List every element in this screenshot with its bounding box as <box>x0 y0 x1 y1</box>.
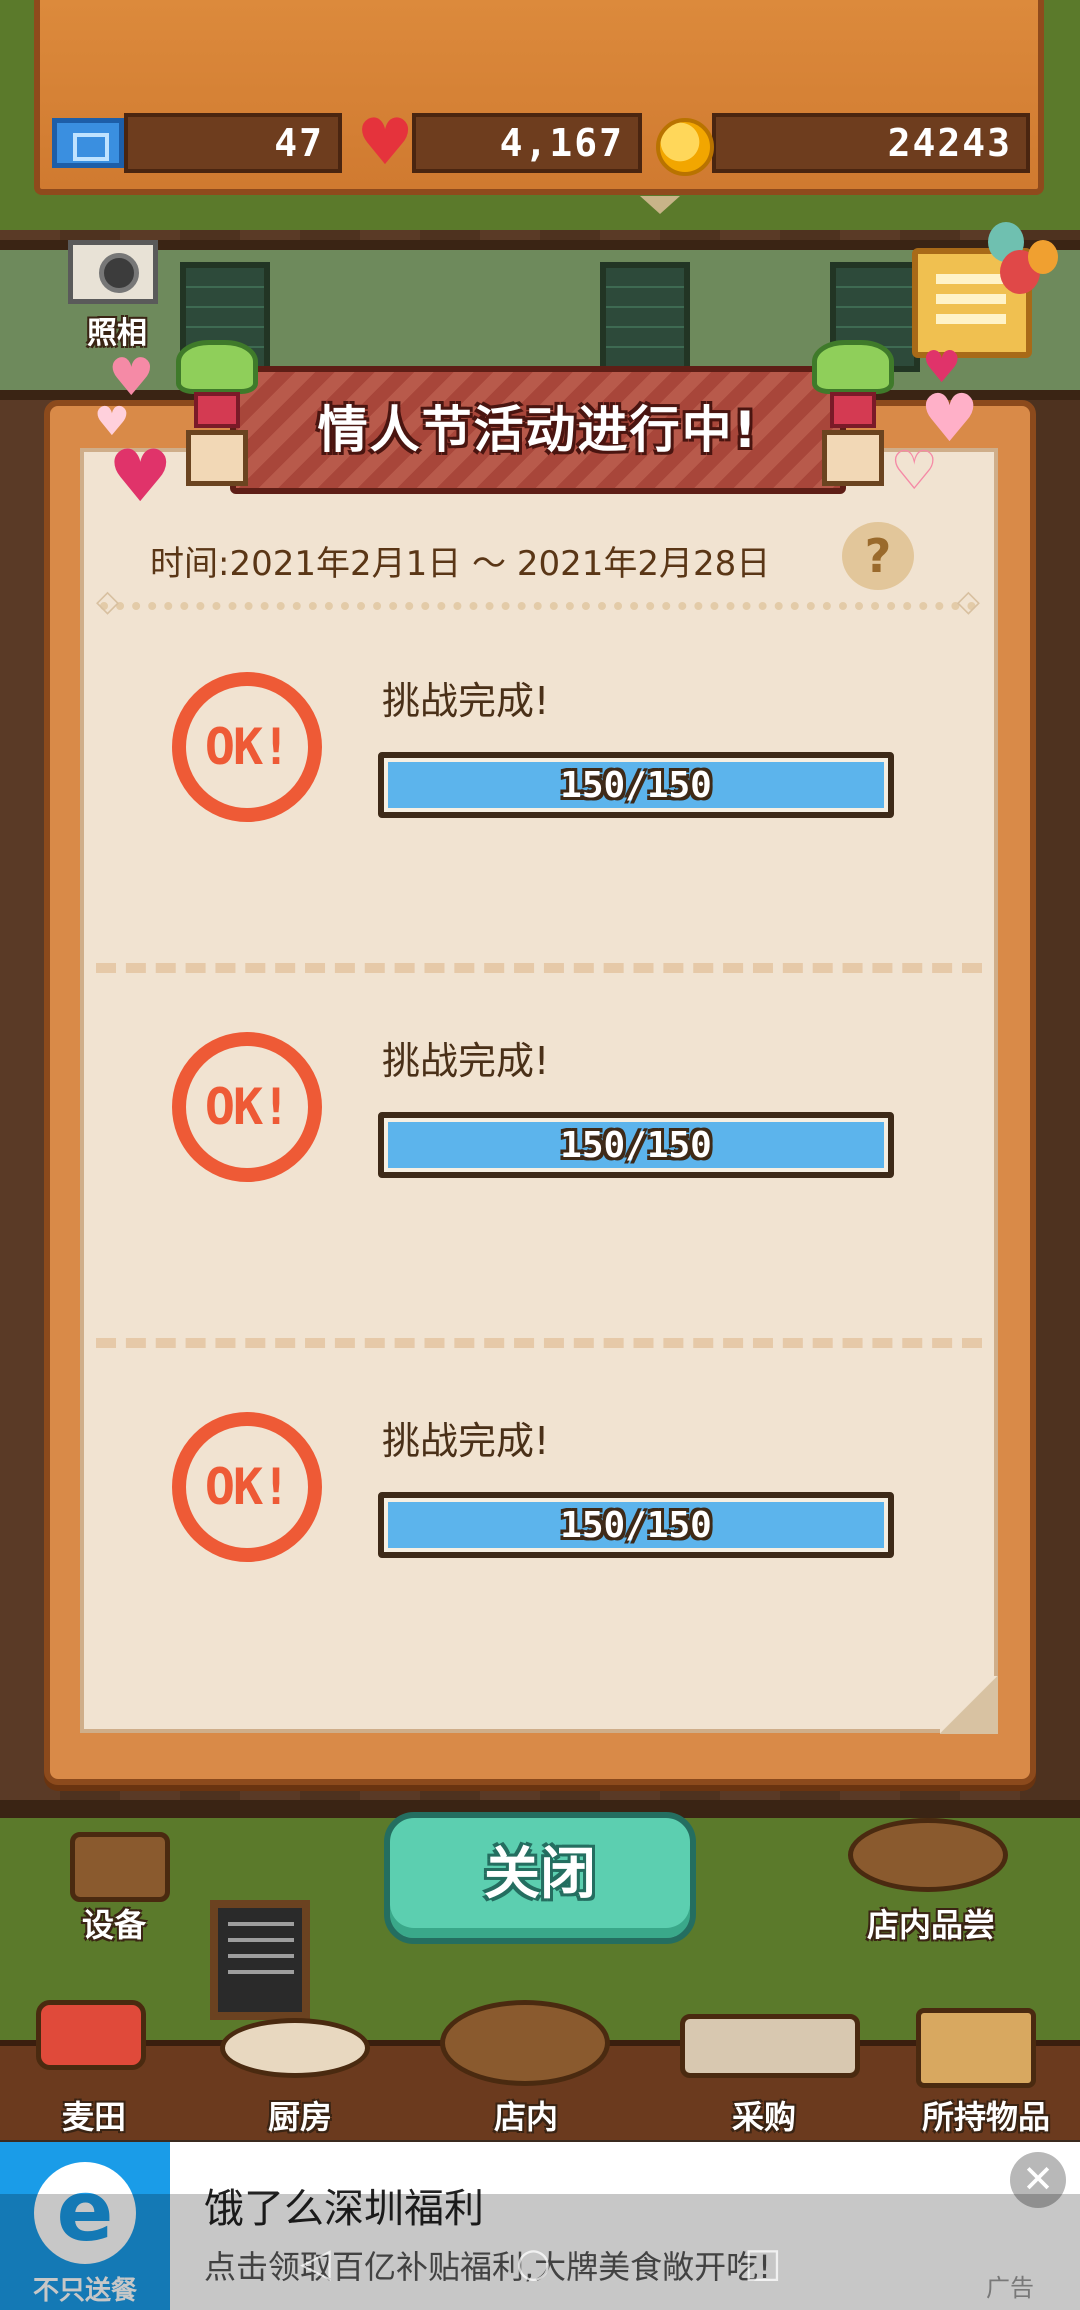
flower-pot-left-icon <box>172 340 262 490</box>
challenge-row: OK! 挑战完成! 150/150 <box>80 1032 998 1282</box>
home-icon[interactable]: ○ <box>516 2240 551 2286</box>
nav-kitchen[interactable]: 厨房 <box>220 2092 380 2138</box>
tasting-label: 店内品尝 <box>866 1906 995 1944</box>
ok-stamp-icon: OK! <box>172 672 322 822</box>
heart-decoration-icon: ♥ <box>108 434 173 518</box>
heart-count: 4,167 <box>499 121 624 165</box>
window <box>600 262 690 372</box>
balloon-icon <box>1028 240 1058 274</box>
camera-label: 照相 <box>87 316 147 351</box>
camera-icon <box>68 240 158 304</box>
event-title: 情人节活动进行中! <box>317 401 759 459</box>
nav-store[interactable]: 店内 <box>446 2092 606 2138</box>
equipment-icon[interactable] <box>70 1832 170 1902</box>
divider <box>96 584 980 619</box>
ticket-icon <box>52 118 124 168</box>
heart-decoration-icon: ♡ <box>890 439 939 502</box>
heart-decoration-icon: ♥ <box>108 348 155 408</box>
ticket-counter: 47 <box>124 113 342 173</box>
challenge-row: OK! 挑战完成! 150/150 <box>80 672 998 922</box>
progress-bar: 150/150 <box>378 1492 894 1558</box>
progress-text: 150/150 <box>560 1504 712 1546</box>
progress-bar: 150/150 <box>378 752 894 818</box>
progress-text: 150/150 <box>560 764 712 806</box>
back-icon[interactable]: ◁ <box>300 2240 331 2286</box>
event-date-range: 时间:2021年2月1日 ～ 2021年2月28日 <box>150 544 771 584</box>
ticket-count: 47 <box>274 121 324 165</box>
close-button[interactable]: 关闭 <box>384 1812 696 1944</box>
challenge-row: OK! 挑战完成! 150/150 <box>80 1412 998 1662</box>
store-icon <box>440 2000 610 2086</box>
wheat-field-icon <box>36 2000 146 2070</box>
heart-counter: 4,167 <box>412 113 642 173</box>
ok-stamp-icon: OK! <box>172 1032 322 1182</box>
coin-count: 24243 <box>887 121 1012 165</box>
nav-purchase[interactable]: 采购 <box>684 2092 844 2138</box>
heart-icon: ♥ <box>356 106 414 180</box>
nav-wheat-field[interactable]: 麦田 <box>14 2092 174 2138</box>
ok-stamp-icon: OK! <box>172 1412 322 1562</box>
purchase-icon <box>680 2014 860 2078</box>
flower-pot-right-icon <box>808 340 898 490</box>
challenge-status: 挑战完成! <box>382 679 550 723</box>
progress-bar: 150/150 <box>378 1112 894 1178</box>
tasting-icon[interactable] <box>848 1818 1008 1892</box>
recents-icon[interactable]: □ <box>744 2240 782 2286</box>
divider <box>96 963 982 973</box>
challenge-status: 挑战完成! <box>382 1419 550 1463</box>
challenge-status: 挑战完成! <box>382 1039 550 1083</box>
paper-fold-corner <box>940 1676 998 1734</box>
progress-text: 150/150 <box>560 1124 712 1166</box>
equipment-label: 设备 <box>81 1906 146 1944</box>
kitchen-icon <box>220 2018 370 2078</box>
coin-icon <box>656 118 714 176</box>
help-button[interactable]: ? <box>842 522 914 590</box>
nav-inventory[interactable]: 所持物品 <box>896 2092 1076 2138</box>
camera-button[interactable]: 照相 <box>62 240 162 351</box>
coin-counter: 24243 <box>712 113 1030 173</box>
divider <box>96 1338 982 1348</box>
menu-chalkboard-icon <box>210 1900 310 2020</box>
inventory-icon <box>916 2008 1036 2088</box>
